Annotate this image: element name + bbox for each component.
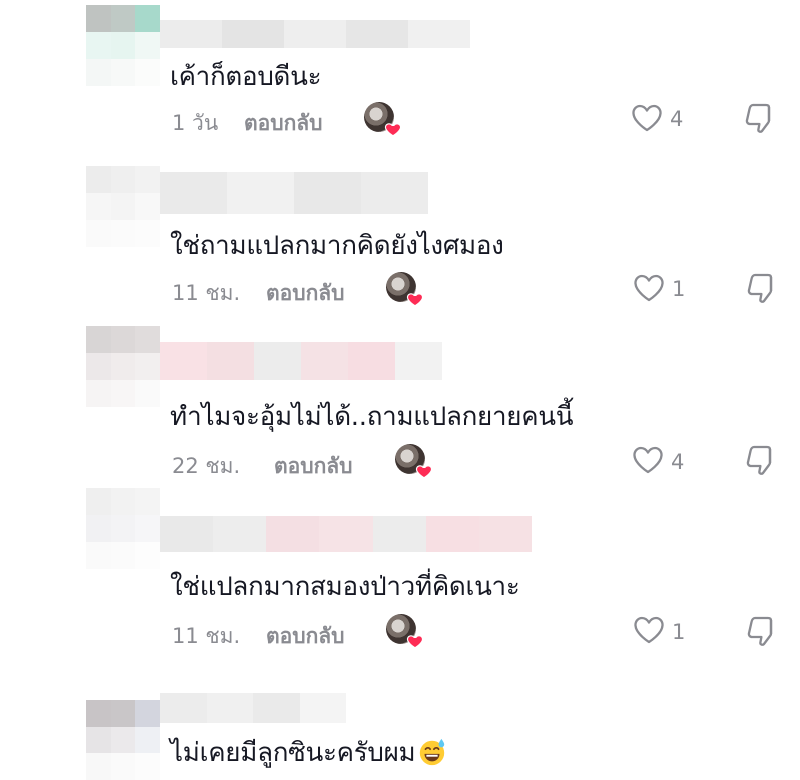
reply-button[interactable]: ตอบกลับ xyxy=(274,450,353,483)
creator-liked-badge xyxy=(386,272,424,307)
heart-outline-icon[interactable] xyxy=(632,272,666,304)
creator-heart-icon xyxy=(384,123,402,137)
thumbs-down-icon[interactable] xyxy=(745,271,779,305)
avatar[interactable] xyxy=(86,166,160,274)
username[interactable] xyxy=(160,20,470,48)
username[interactable] xyxy=(160,342,442,380)
comment-time: 11 ชม. xyxy=(172,624,241,648)
comment-text: ใช่แปลกมากสมองป่าวที่คิดเนาะ xyxy=(170,572,520,602)
reply-button[interactable]: ตอบกลับ xyxy=(266,277,345,310)
creator-liked-badge xyxy=(395,444,433,479)
comment-time: 1 วัน xyxy=(172,111,219,135)
comment-text: ทำไมจะอุ้มไม่ได้..ถามแปลกยายคนนี้ xyxy=(170,402,574,432)
comment-text: ไม่เคยมีลูกซินะครับผม xyxy=(170,732,447,773)
comment-text: เค้าก็ตอบดีนะ xyxy=(170,62,322,92)
avatar[interactable] xyxy=(86,488,160,596)
creator-heart-icon xyxy=(415,465,433,479)
thumbs-down-icon[interactable] xyxy=(745,614,779,648)
comment-text-content: ไม่เคยมีลูกซินะครับผม xyxy=(170,738,416,768)
reply-button[interactable]: ตอบกลับ xyxy=(266,620,345,653)
like-count: 1 xyxy=(672,277,686,301)
creator-heart-icon xyxy=(406,635,424,649)
comment-time: 11 ชม. xyxy=(172,281,241,305)
thumbs-down-icon[interactable] xyxy=(744,443,778,477)
heart-outline-icon[interactable] xyxy=(630,102,664,134)
username[interactable] xyxy=(160,693,346,723)
heart-outline-icon[interactable] xyxy=(631,444,665,476)
username[interactable] xyxy=(160,172,428,214)
sweat-smile-emoji xyxy=(420,738,445,766)
comment-time: 22 ชม. xyxy=(172,454,241,478)
like-count: 4 xyxy=(670,107,684,131)
creator-heart-icon xyxy=(406,293,424,307)
thumbs-down-icon[interactable] xyxy=(743,101,777,135)
comment-text: ใช่ถามแปลกมากคิดยังไงศมอง xyxy=(170,231,504,261)
like-count: 4 xyxy=(671,450,685,474)
like-count: 1 xyxy=(672,620,686,644)
heart-outline-icon[interactable] xyxy=(632,614,666,646)
reply-button[interactable]: ตอบกลับ xyxy=(244,107,323,140)
avatar[interactable] xyxy=(86,5,160,113)
creator-liked-badge xyxy=(386,614,424,649)
username[interactable] xyxy=(160,516,532,552)
avatar[interactable] xyxy=(86,326,160,434)
avatar[interactable] xyxy=(86,700,160,780)
creator-liked-badge xyxy=(364,102,402,137)
